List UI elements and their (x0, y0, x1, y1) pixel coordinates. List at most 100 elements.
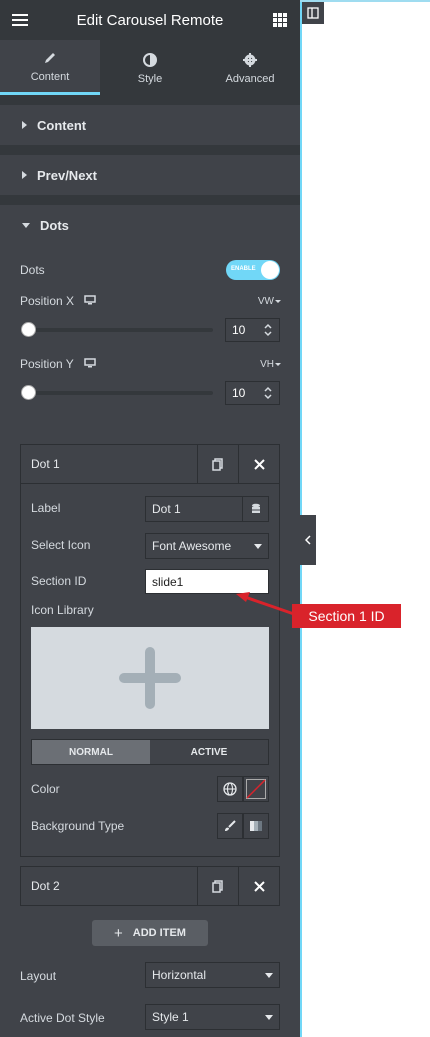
tab-style-label: Style (137, 72, 163, 85)
position-x-slider-handle[interactable] (21, 322, 36, 337)
duplicate-button[interactable] (197, 445, 238, 483)
section-content-label: Content (37, 117, 87, 133)
pencil-icon (43, 49, 57, 67)
editor-panel: Edit Carousel Remote Content Style Advan… (0, 0, 300, 1037)
panel-title: Edit Carousel Remote (76, 11, 224, 29)
plus-icon: + (114, 924, 123, 942)
collapse-panel-button[interactable] (300, 515, 316, 565)
tab-advanced[interactable]: Advanced (200, 40, 300, 95)
dots-enable-switch[interactable]: ENABLE (226, 260, 280, 280)
layout-value: Horizontal (152, 968, 207, 982)
label-field-label: Label (31, 501, 61, 515)
toggle-text: ENABLE (231, 266, 256, 272)
panel-tabs: Content Style Advanced (0, 40, 300, 95)
annotation-arrow (236, 592, 295, 616)
position-x-value: 10 (232, 323, 246, 337)
icon-library-picker[interactable] (31, 627, 269, 729)
contrast-icon (143, 51, 157, 69)
tab-content[interactable]: Content (0, 40, 100, 95)
database-icon[interactable] (242, 497, 268, 521)
caret-right-icon (22, 121, 27, 129)
position-x-slider-track[interactable] (28, 328, 213, 332)
label-input[interactable]: Dot 1 (145, 496, 269, 522)
caret-down-icon (22, 222, 30, 228)
navigator-toggle[interactable] (302, 2, 324, 24)
section-id-value: slide1 (152, 574, 184, 589)
section-prev-next-toggle[interactable]: Prev/Next (0, 155, 300, 195)
active-dot-style-label: Active Dot Style (20, 1011, 105, 1025)
select-icon-value: Font Awesome (152, 539, 232, 553)
stepper-icon[interactable] (263, 385, 273, 401)
chevron-down-icon (265, 1015, 273, 1020)
position-x-unit-select[interactable]: VW (258, 296, 282, 307)
section-prev-next-label: Prev/Next (37, 167, 97, 183)
add-item-button[interactable]: + ADD ITEM (92, 920, 208, 946)
repeater-item-title: Dot 2 (31, 879, 60, 893)
repeater-item-body: Label Dot 1 Select Icon Font Awesome Sec… (21, 483, 279, 856)
annotation-callout: Section 1 ID (292, 604, 401, 628)
select-icon-label: Select Icon (31, 538, 91, 552)
position-y-row: Position Y (20, 355, 280, 373)
background-classic-button[interactable] (217, 813, 243, 839)
stepper-icon[interactable] (263, 322, 273, 338)
tab-advanced-label: Advanced (225, 72, 275, 85)
close-icon (253, 880, 265, 892)
chevron-down-icon (254, 544, 262, 549)
select-icon-dropdown[interactable]: Font Awesome (145, 533, 269, 559)
panel-header: Edit Carousel Remote (0, 0, 300, 40)
position-x-row: Position X (20, 292, 280, 310)
brush-icon (225, 820, 236, 831)
background-type-label: Background Type (31, 819, 125, 833)
widgets-grid-icon[interactable] (273, 13, 287, 27)
globe-icon (223, 782, 237, 796)
position-x-input[interactable]: 10 (225, 318, 280, 342)
menu-icon[interactable] (12, 14, 28, 26)
section-content-toggle[interactable]: Content (0, 105, 300, 145)
duplicate-button[interactable] (197, 867, 238, 905)
tab-active[interactable]: ACTIVE (150, 740, 268, 764)
toggle-knob (261, 261, 279, 279)
chevron-down-icon (265, 973, 273, 978)
position-x-label: Position X (20, 294, 75, 308)
color-picker-swatch[interactable] (243, 776, 269, 802)
caret-right-icon (22, 171, 27, 179)
gradient-icon (250, 821, 262, 831)
active-dot-style-value: Style 1 (152, 1010, 189, 1024)
repeater-item-header[interactable]: Dot 1 (21, 445, 279, 483)
desktop-icon[interactable] (84, 355, 96, 373)
no-color-icon (246, 779, 266, 799)
position-y-label: Position Y (20, 357, 74, 371)
copy-icon (212, 879, 223, 893)
repeater-item-dot-2: Dot 2 (20, 866, 280, 906)
position-y-slider-handle[interactable] (21, 385, 36, 400)
tab-style[interactable]: Style (100, 40, 200, 95)
section-dots-label: Dots (40, 217, 69, 233)
remove-button[interactable] (238, 867, 279, 905)
annotation-text: Section 1 ID (308, 608, 385, 624)
dots-enable-label: Dots (20, 263, 45, 277)
state-tabs: NORMAL ACTIVE (31, 739, 269, 765)
active-dot-style-dropdown[interactable]: Style 1 (145, 1004, 280, 1030)
section-id-label: Section ID (31, 574, 87, 588)
section-dots-toggle[interactable]: Dots (0, 205, 300, 245)
gear-icon (243, 51, 257, 69)
global-colors-button[interactable] (217, 776, 243, 802)
remove-button[interactable] (238, 445, 279, 483)
layout-dropdown[interactable]: Horizontal (145, 962, 280, 988)
background-gradient-button[interactable] (243, 813, 269, 839)
icon-library-label: Icon Library (31, 603, 94, 617)
position-y-input[interactable]: 10 (225, 381, 280, 405)
desktop-icon[interactable] (84, 292, 96, 310)
repeater-item-header[interactable]: Dot 2 (21, 867, 279, 905)
position-y-unit-select[interactable]: VH (260, 359, 281, 370)
position-y-value: 10 (232, 386, 246, 400)
repeater-item-dot-1: Dot 1 Label Dot 1 Select Icon Font Aweso… (20, 444, 280, 857)
copy-icon (212, 457, 223, 471)
color-label: Color (31, 782, 60, 796)
chevron-left-icon (305, 535, 311, 545)
tab-normal[interactable]: NORMAL (32, 740, 150, 764)
position-y-slider-track[interactable] (28, 391, 213, 395)
repeater-item-title: Dot 1 (31, 457, 60, 471)
tab-content-label: Content (30, 71, 70, 83)
label-input-value: Dot 1 (152, 502, 181, 516)
